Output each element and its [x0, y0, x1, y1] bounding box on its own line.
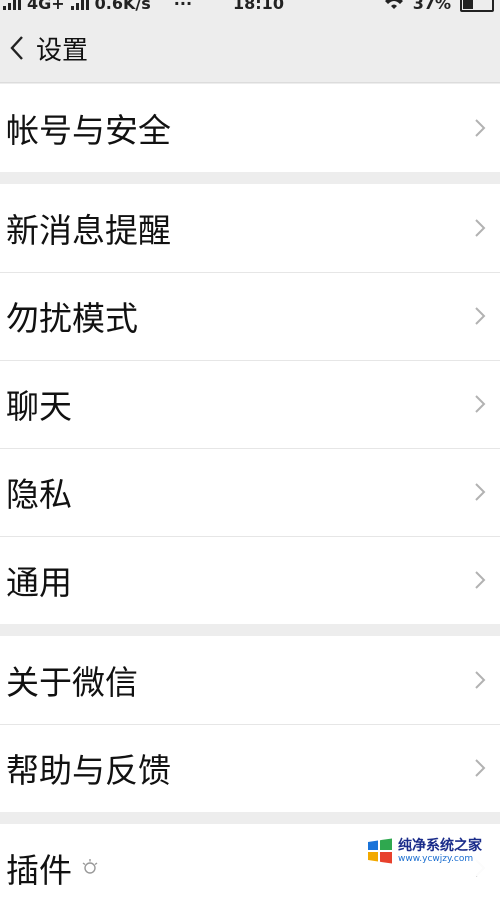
settings-item-label: 通用 — [6, 563, 72, 602]
battery-fill — [463, 0, 474, 9]
chevron-right-icon — [475, 395, 486, 413]
settings-item-label: 插件 — [6, 851, 72, 890]
network-type: 4G+ — [27, 0, 65, 13]
chevron-right-icon — [475, 759, 486, 777]
page-title: 设置 — [36, 35, 89, 66]
settings-item-help-feedback[interactable]: 帮助与反馈 — [0, 724, 500, 812]
settings-item-label: 新消息提醒 — [6, 211, 171, 250]
windows-logo-icon — [368, 838, 392, 864]
battery-icon — [460, 0, 494, 12]
back-arrow-icon — [10, 36, 23, 60]
signal-icon — [3, 0, 21, 10]
wifi-icon — [384, 0, 404, 13]
settings-item-notifications[interactable]: 新消息提醒 — [0, 184, 500, 272]
settings-item-do-not-disturb[interactable]: 勿扰模式 — [0, 272, 500, 360]
chevron-right-icon — [475, 119, 486, 137]
settings-item-privacy[interactable]: 隐私 — [0, 448, 500, 536]
network-speed: 0.6K/s — [94, 0, 151, 13]
settings-item-general[interactable]: 通用 — [0, 536, 500, 624]
clock: 18:10 — [233, 0, 284, 13]
settings-item-label: 帮助与反馈 — [6, 751, 171, 790]
back-button[interactable] — [0, 14, 34, 82]
chevron-right-icon — [475, 483, 486, 501]
settings-item-chat[interactable]: 聊天 — [0, 360, 500, 448]
signal-icon — [70, 0, 89, 10]
chevron-right-icon — [475, 219, 486, 237]
more-icon: ··· — [173, 0, 193, 13]
settings-item-account-security[interactable]: 帐号与安全 — [0, 84, 500, 172]
watermark-name: 纯净系统之家 — [398, 837, 482, 854]
chevron-right-icon — [475, 307, 486, 325]
settings-item-label: 关于微信 — [6, 663, 138, 702]
settings-item-label: 隐私 — [6, 475, 72, 514]
settings-group-account: 帐号与安全 — [0, 84, 500, 172]
settings-item-label: 聊天 — [6, 387, 72, 426]
settings-item-label: 勿扰模式 — [6, 299, 138, 338]
chevron-right-icon — [475, 671, 486, 689]
battery-percent: 37% — [412, 0, 451, 13]
settings-group-general: 新消息提醒 勿扰模式 聊天 隐私 通用 — [0, 184, 500, 624]
settings-group-about: 关于微信 帮助与反馈 — [0, 636, 500, 812]
settings-item-label: 帐号与安全 — [6, 111, 171, 150]
chevron-right-icon — [475, 571, 486, 589]
plugin-bulb-icon — [82, 859, 98, 874]
status-bar: 4G+ 0.6K/s ··· 18:10 37% — [0, 0, 500, 14]
watermark-url: www.ycwjzy.com — [398, 853, 474, 864]
settings-item-about-wechat[interactable]: 关于微信 — [0, 636, 500, 724]
watermark: 纯净系统之家 www.ycwjzy.com — [362, 826, 500, 876]
title-bar: 设置 — [0, 14, 500, 83]
